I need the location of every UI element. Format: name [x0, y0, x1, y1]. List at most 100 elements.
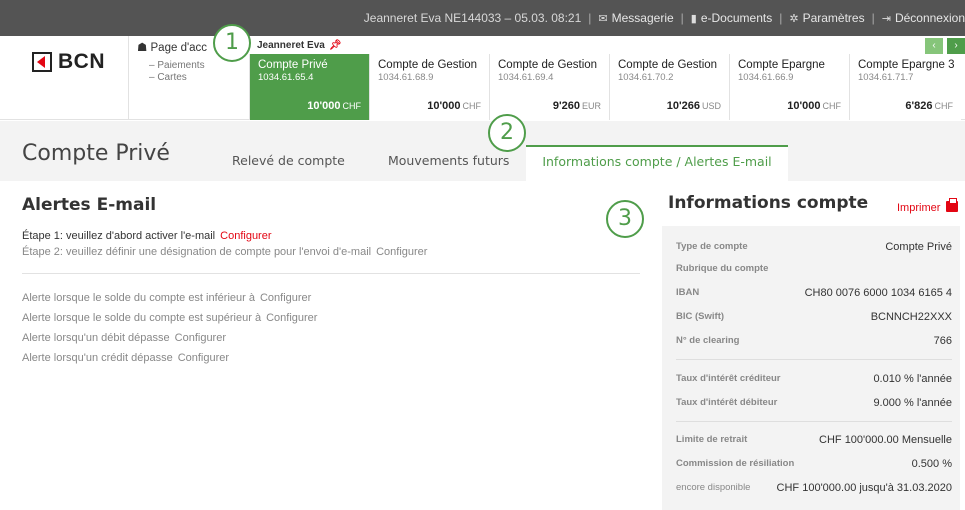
divider [22, 273, 640, 274]
nav-cartes[interactable]: – Cartes [149, 72, 248, 84]
account-number: 1034.61.70.2 [618, 72, 674, 83]
info-label: Taux d'intérêt créditeur [676, 373, 781, 384]
info-row-rubrique: Rubrique du compte [676, 263, 952, 279]
top-bar-items: Jeanneret Eva NE144033 – 05.03. 08:21 | … [364, 0, 965, 36]
print-button[interactable]: Imprimer [897, 198, 959, 214]
info-separator [676, 359, 952, 360]
accounts-next-button[interactable]: › [947, 38, 965, 54]
tab-releve-de-compte[interactable]: Relevé de compte [232, 153, 345, 168]
header: BCN ☗ Page d'acc – Paiements – Cartes Je… [0, 36, 965, 120]
configure-designation-link[interactable]: Configurer [376, 246, 427, 258]
account-balance: 10'000 CHF [427, 100, 481, 112]
configure-debit-link[interactable]: Configurer [175, 332, 226, 344]
bank-logo[interactable]: BCN [32, 50, 105, 74]
account-balance: 10'000 CHF [787, 100, 841, 112]
info-row-clearing: N° de clearing 766 [676, 335, 952, 351]
account-name: Compte de Gestion [498, 59, 598, 71]
account-balance: 10'000 CHF [307, 100, 361, 112]
account-card-compte-prive[interactable]: Compte Privé 1034.61.65.4 10'000 CHF [249, 54, 369, 120]
account-number: 1034.61.69.4 [498, 72, 554, 83]
account-card-epargne-3[interactable]: Compte Epargne 3 1034.61.71.7 6'826 CHF [849, 54, 961, 120]
account-name: Compte Epargne 3 [858, 59, 955, 71]
alert-label: Alerte lorsque le solde du compte est in… [22, 292, 255, 304]
step-1-text: Étape 1: veuillez d'abord activer l'e-ma… [22, 230, 216, 242]
tab-mouvements-futurs[interactable]: Mouvements futurs [388, 153, 509, 168]
info-label: Rubrique du compte [676, 263, 769, 274]
pin-icon[interactable]: 📌︎ [329, 40, 342, 51]
deconnexion-label: Déconnexion [894, 11, 965, 25]
info-label: Commission de résiliation [676, 458, 795, 469]
configure-email-link[interactable]: Configurer [220, 230, 271, 242]
home-icon: ☗ [137, 42, 148, 54]
configure-credit-link[interactable]: Configurer [178, 352, 229, 364]
home-label: Page d'acc [150, 42, 208, 54]
balance-currency: CHF [462, 101, 482, 111]
info-label: IBAN [676, 287, 700, 298]
info-label: Type de compte [676, 241, 748, 252]
envelope-icon: ✉ [598, 13, 608, 25]
account-name: Compte Privé [258, 59, 328, 71]
balance-amount: 10'000 [427, 100, 461, 112]
alert-label: Alerte lorsque le solde du compte est su… [22, 312, 262, 324]
edocuments-link[interactable]: ▮ e-Documents [691, 11, 772, 25]
parametres-link[interactable]: ✲ Paramètres [789, 11, 864, 25]
info-row-iban: IBAN CH80 0076 6000 1034 6165 4 [676, 287, 952, 303]
info-row-limite: Limite de retrait CHF 100'000.00 Mensuell… [676, 434, 952, 450]
info-label: N° de clearing [676, 335, 740, 346]
account-balance: 9'260 EUR [553, 100, 601, 112]
info-value: BCNNCH22XXX [870, 311, 952, 323]
account-number: 1034.61.71.7 [858, 72, 914, 83]
balance-currency: CHF [934, 101, 954, 111]
account-info-panel: Type de compte Compte Privé Rubrique du c… [662, 226, 960, 510]
info-row-disponible: encore disponible CHF 100'000.00 jusqu'à … [676, 482, 952, 498]
accounts-prev-button[interactable]: ‹ [925, 38, 943, 54]
messagerie-label: Messagerie [611, 11, 674, 25]
configure-balance-below-link[interactable]: Configurer [260, 292, 311, 304]
messagerie-link[interactable]: ✉ Messagerie [598, 11, 673, 25]
info-row-bic: BIC (Swift) BCNNCH22XXX [676, 311, 952, 327]
callout-1: 1 [213, 24, 251, 62]
account-card-gestion-usd[interactable]: Compte de Gestion 1034.61.70.2 10'266 USD [609, 54, 729, 120]
balance-amount: 9'260 [552, 100, 580, 112]
info-value: CHF 100'000.00 Mensuelle [819, 434, 952, 446]
account-card-epargne[interactable]: Compte Epargne 1034.61.66.9 10'000 CHF [729, 54, 849, 120]
tab-informations-compte[interactable]: Informations compte / Alertes E-mail [526, 145, 788, 181]
info-value: 0.010 % l'année [873, 373, 952, 385]
account-balance: 10'266 USD [667, 100, 721, 112]
info-value: CHF 100'000.00 jusqu'à 31.03.2020 [776, 482, 952, 494]
account-card-gestion-chf[interactable]: Compte de Gestion 1034.61.68.9 10'000 CHF [369, 54, 489, 120]
info-row-taux-debiteur: Taux d'intérêt débiteur 9.000 % l'année [676, 397, 952, 413]
callout-3: 3 [606, 200, 644, 238]
info-value: 9.000 % l'année [873, 397, 952, 409]
separator: | [779, 11, 783, 25]
configure-balance-above-link[interactable]: Configurer [266, 312, 317, 324]
separator: | [680, 11, 684, 25]
alert-debit-exceeds: Alerte lorsqu'un débit dépasse Configurer [22, 332, 226, 344]
info-value: Compte Privé [885, 241, 952, 253]
document-icon: ▮ [690, 13, 697, 25]
alert-balance-below: Alerte lorsque le solde du compte est in… [22, 292, 311, 304]
info-separator [676, 421, 952, 422]
account-number: 1034.61.65.4 [258, 72, 314, 83]
logout-icon: ⇥ [881, 13, 891, 25]
alert-label: Alerte lorsqu'un débit dépasse [22, 332, 170, 344]
balance-currency: EUR [581, 101, 601, 111]
alert-step-2: Étape 2: veuillez définir une désignatio… [22, 246, 427, 258]
info-value: 766 [933, 335, 952, 347]
parametres-label: Paramètres [802, 11, 865, 25]
logo-text: BCN [58, 50, 105, 73]
alert-credit-exceeds: Alerte lorsqu'un crédit dépasse Configure… [22, 352, 229, 364]
deconnexion-link[interactable]: ⇥ Déconnexion [882, 11, 965, 25]
page-header-band: Compte Privé Relevé de compte Mouvements… [0, 121, 965, 181]
balance-amount: 10'000 [307, 100, 341, 112]
info-label: BIC (Swift) [676, 311, 725, 322]
balance-amount: 10'000 [787, 100, 821, 112]
user-session-info: Jeanneret Eva NE144033 – 05.03. 08:21 [363, 11, 582, 25]
info-value: CH80 0076 6000 1034 6165 4 [804, 287, 952, 299]
callout-2: 2 [488, 114, 526, 152]
balance-currency: USD [701, 101, 721, 111]
separator: | [588, 11, 592, 25]
account-name: Compte de Gestion [618, 59, 718, 71]
account-card-gestion-eur[interactable]: Compte de Gestion 1034.61.69.4 9'260 EUR [489, 54, 609, 120]
gear-icon: ✲ [789, 13, 799, 25]
